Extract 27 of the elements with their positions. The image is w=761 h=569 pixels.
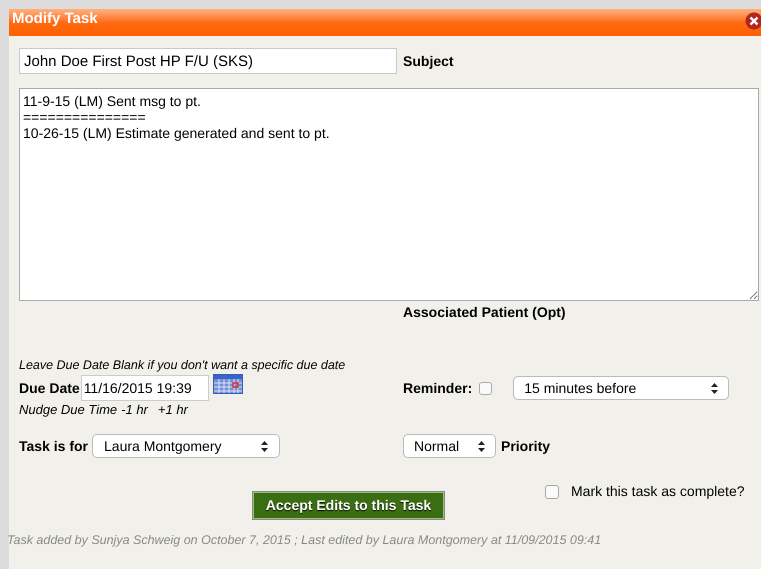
assignee-select[interactable]: Laura Montgomery — [92, 434, 280, 458]
nudge-minus-link[interactable]: -1 hr — [121, 402, 148, 418]
due-date-hint: Leave Due Date Blank if you don't want a specific due date — [19, 357, 346, 373]
complete-label: Mark this task as complete? — [571, 482, 745, 501]
window-title: Modify Task — [12, 9, 98, 29]
select-arrows-icon — [711, 382, 718, 394]
subject-label: Subject — [403, 52, 454, 71]
accept-edits-button[interactable]: Accept Edits to this Task — [252, 491, 445, 520]
priority-label: Priority — [501, 436, 550, 456]
priority-select[interactable]: Normal — [403, 434, 496, 458]
reminder-select[interactable]: 15 minutes before — [513, 376, 730, 400]
associated-patient-label: Associated Patient (Opt) — [403, 303, 567, 322]
close-icon[interactable] — [745, 12, 761, 30]
calendar-icon[interactable] — [212, 374, 243, 394]
due-date-label: Due Date — [19, 378, 80, 398]
notes-field[interactable]: 11-9-15 (LM) Sent msg to pt. =============== 10-26-15 (LM) Estimate generated and sent to pt. — [19, 88, 759, 301]
subject-field[interactable]: John Doe First Post HP F/U (SKS) — [19, 48, 397, 74]
task-history-text: Task added by Sunjya Schweig on October 7, 2015 ; Last edited by Laura Montgomery at 11/09/2015 09:41 — [7, 532, 602, 549]
reminder-label: Reminder: — [403, 378, 472, 398]
select-arrows-icon — [261, 440, 268, 452]
select-arrows-icon — [478, 440, 485, 452]
nudge-label: Nudge Due Time — [19, 402, 118, 418]
reminder-checkbox[interactable] — [479, 382, 492, 394]
complete-checkbox[interactable] — [545, 484, 559, 498]
task-for-label: Task is for — [19, 436, 88, 456]
due-date-field[interactable]: 11/16/2015 19:39 — [80, 375, 209, 401]
nudge-plus-link[interactable]: +1 hr — [158, 402, 188, 418]
